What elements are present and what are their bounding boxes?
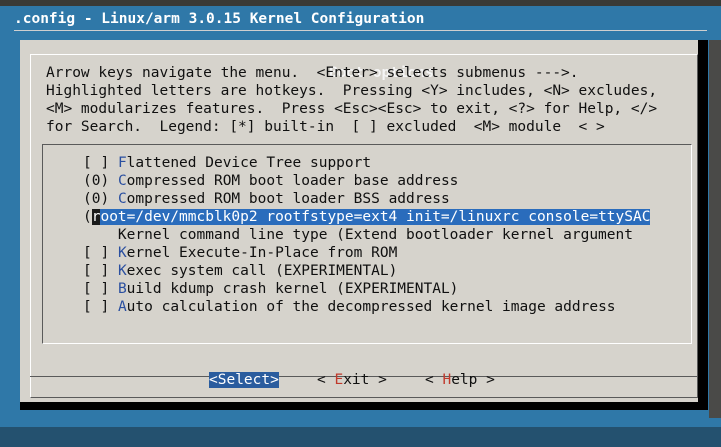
help-line: <M> modularizes features. Press <Esc><Es… (46, 101, 658, 117)
button-label: elp (451, 372, 478, 388)
menu-item-marker: [ ] (83, 263, 110, 279)
menu-item-rom-base-address[interactable]: (0) Compressed ROM boot loader base addr… (83, 172, 458, 190)
menu-item-marker: [ ] (83, 299, 110, 315)
menu-item-label: ompressed ROM boot loader base address (126, 173, 459, 189)
menu-item-cmdline-type[interactable]: Kernel command line type (Extend bootloa… (83, 226, 633, 244)
menu-item-marker: ( (83, 209, 92, 225)
button-label: xit (343, 372, 370, 388)
window-title: .config - Linux/arm 3.0.15 Kernel Config… (14, 11, 425, 27)
button-bracket: > (477, 372, 495, 388)
help-button[interactable]: < Help > (425, 371, 495, 389)
menu-item-hotkey: C (117, 191, 127, 207)
menu-item-execute-in-place[interactable]: [ ] Kernel Execute-In-Place from ROM (83, 244, 397, 262)
desktop-edge (709, 40, 721, 418)
button-bracket: > (369, 372, 387, 388)
menu-item-label: Kernel command line type (Extend bootloa… (83, 227, 633, 243)
button-bracket: < (425, 372, 443, 388)
menu-item-marker: (0) (83, 173, 110, 189)
menu-item-marker: [ ] (83, 245, 110, 261)
menu-item-label: uto calculation of the decompressed kern… (126, 299, 616, 315)
menu-item-hotkey: C (117, 173, 127, 189)
button-label: elect (226, 372, 271, 388)
menu-item-label: lattened Device Tree support (126, 155, 372, 171)
menu-item-label: exec system call (EXPERIMENTAL) (126, 263, 398, 279)
menu-item-kdump[interactable]: [ ] Build kdump crash kernel (EXPERIMENT… (83, 280, 458, 298)
menu-item-hotkey: F (117, 155, 127, 171)
menu-item-hotkey: B (117, 281, 127, 297)
select-button[interactable]: <Select> (209, 371, 279, 389)
help-line: for Search. Legend: [*] built-in [ ] exc… (46, 119, 605, 135)
button-hotkey: E (334, 372, 344, 388)
help-line: Arrow keys navigate the menu. <Enter> se… (46, 65, 579, 81)
menu-item-marker: [ ] (83, 155, 110, 171)
button-hotkey: H (442, 372, 452, 388)
menu-item-label: ernel Execute-In-Place from ROM (126, 245, 398, 261)
button-bracket: > (270, 372, 279, 388)
button-bracket: < (209, 372, 218, 388)
menu-item-default-kernel-cmdline[interactable]: (root=/dev/mmcblk0p2 rootfstype=ext4 ini… (83, 208, 651, 226)
exit-button[interactable]: < Exit > (317, 371, 387, 389)
menu-item-label: ompressed ROM boot loader BSS address (126, 191, 450, 207)
menu-item-hotkey: K (117, 245, 127, 261)
menu-item-hotkey: K (117, 263, 127, 279)
title-underline (14, 30, 707, 31)
button-bracket: < (317, 372, 335, 388)
menu-item-auto-zreladdr[interactable]: [ ] Auto calculation of the decompressed… (83, 298, 616, 316)
menu-item-flattened-device-tree[interactable]: [ ] Flattened Device Tree support (83, 154, 371, 172)
menu-item-rom-bss-address[interactable]: (0) Compressed ROM boot loader BSS addre… (83, 190, 450, 208)
help-line: Highlighted letters are hotkeys. Pressin… (46, 83, 658, 99)
menu-item-marker: (0) (83, 191, 110, 207)
boot-options-dialog: Boot options Arrow keys navigate the men… (20, 40, 708, 410)
menu-item-marker: [ ] (83, 281, 110, 297)
menu-item-kexec[interactable]: [ ] Kexec system call (EXPERIMENTAL) (83, 262, 397, 280)
menu-item-label: oot=/dev/mmcblk0p2 rootfstype=ext4 init=… (100, 209, 651, 225)
desktop-bottom-edge (0, 427, 721, 447)
top-strip (0, 0, 721, 6)
menu-item-label: uild kdump crash kernel (EXPERIMENTAL) (126, 281, 459, 297)
menu-item-hotkey: A (117, 299, 127, 315)
